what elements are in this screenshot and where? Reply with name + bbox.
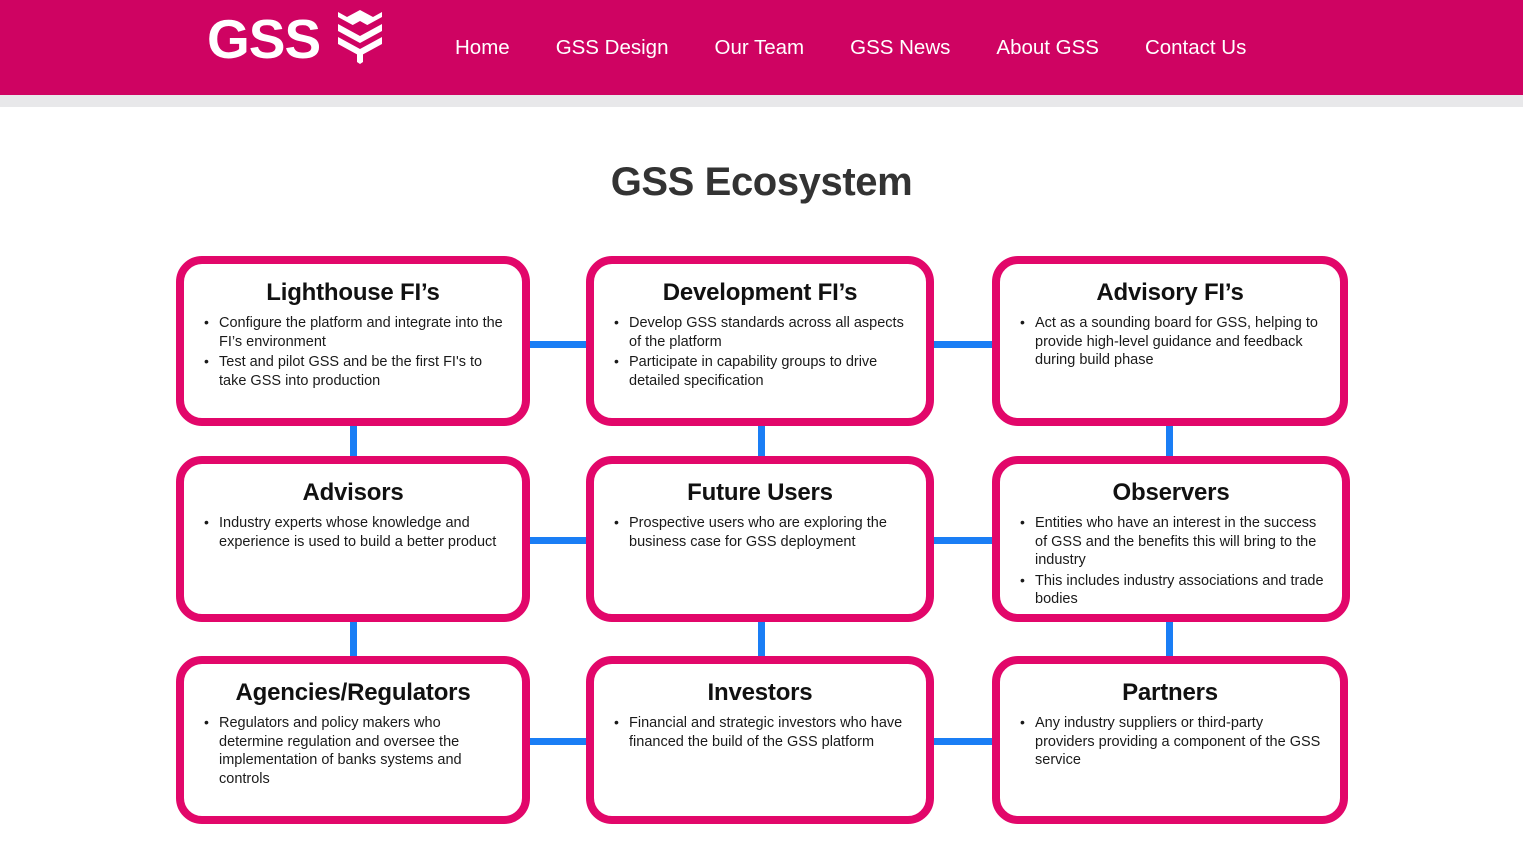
connector-development-to-advisory <box>931 341 993 348</box>
ecosystem-diagram: Lighthouse FI’s Configure the platform a… <box>0 0 1523 857</box>
card-future-users[interactable]: Future Users Prospective users who are e… <box>586 456 934 622</box>
list-item: Configure the platform and integrate int… <box>202 313 504 351</box>
card-title: Investors <box>707 679 813 706</box>
connector-advisors-to-future-users <box>529 537 591 544</box>
connector-investors-to-partners <box>931 738 993 745</box>
list-item: This includes industry associations and … <box>1018 571 1324 609</box>
card-title: Observers <box>1112 479 1230 506</box>
list-item: Participate in capability groups to driv… <box>612 352 908 390</box>
card-bullet-list: Entities who have an interest in the suc… <box>1018 513 1324 609</box>
card-bullet-list: Industry experts whose knowledge and exp… <box>202 513 504 551</box>
card-title: Lighthouse FI’s <box>266 279 440 306</box>
card-bullet-list: Configure the platform and integrate int… <box>202 313 504 390</box>
card-title: Partners <box>1122 679 1218 706</box>
list-item: Financial and strategic investors who ha… <box>612 713 908 751</box>
list-item: Prospective users who are exploring the … <box>612 513 908 551</box>
list-item: Entities who have an interest in the suc… <box>1018 513 1324 570</box>
card-bullet-list: Regulators and policy makers who determi… <box>202 713 504 788</box>
card-agencies-regulators[interactable]: Agencies/Regulators Regulators and polic… <box>176 656 530 824</box>
card-advisors[interactable]: Advisors Industry experts whose knowledg… <box>176 456 530 622</box>
card-partners[interactable]: Partners Any industry suppliers or third… <box>992 656 1348 824</box>
card-advisory-fis[interactable]: Advisory FI’s Act as a sounding board fo… <box>992 256 1348 426</box>
card-bullet-list: Develop GSS standards across all aspects… <box>612 313 908 390</box>
card-bullet-list: Prospective users who are exploring the … <box>612 513 908 551</box>
connector-agencies-to-investors <box>529 738 591 745</box>
card-title: Advisors <box>302 479 404 506</box>
card-bullet-list: Any industry suppliers or third-party pr… <box>1018 713 1322 770</box>
list-item: Act as a sounding board for GSS, helping… <box>1018 313 1322 370</box>
list-item: Any industry suppliers or third-party pr… <box>1018 713 1322 770</box>
card-observers[interactable]: Observers Entities who have an interest … <box>992 456 1350 622</box>
card-investors[interactable]: Investors Financial and strategic invest… <box>586 656 934 824</box>
list-item: Test and pilot GSS and be the first FI's… <box>202 352 504 390</box>
card-title: Development FI’s <box>662 279 858 306</box>
card-bullet-list: Financial and strategic investors who ha… <box>612 713 908 751</box>
card-title: Future Users <box>687 479 833 506</box>
list-item: Develop GSS standards across all aspects… <box>612 313 908 351</box>
connector-future-users-to-observers <box>931 537 993 544</box>
card-bullet-list: Act as a sounding board for GSS, helping… <box>1018 313 1322 370</box>
card-lighthouse-fis[interactable]: Lighthouse FI’s Configure the platform a… <box>176 256 530 426</box>
card-title: Agencies/Regulators <box>235 679 471 706</box>
list-item: Industry experts whose knowledge and exp… <box>202 513 504 551</box>
card-title: Advisory FI’s <box>1096 279 1244 306</box>
connector-lighthouse-to-development <box>529 341 591 348</box>
list-item: Regulators and policy makers who determi… <box>202 713 504 788</box>
card-development-fis[interactable]: Development FI’s Develop GSS standards a… <box>586 256 934 426</box>
